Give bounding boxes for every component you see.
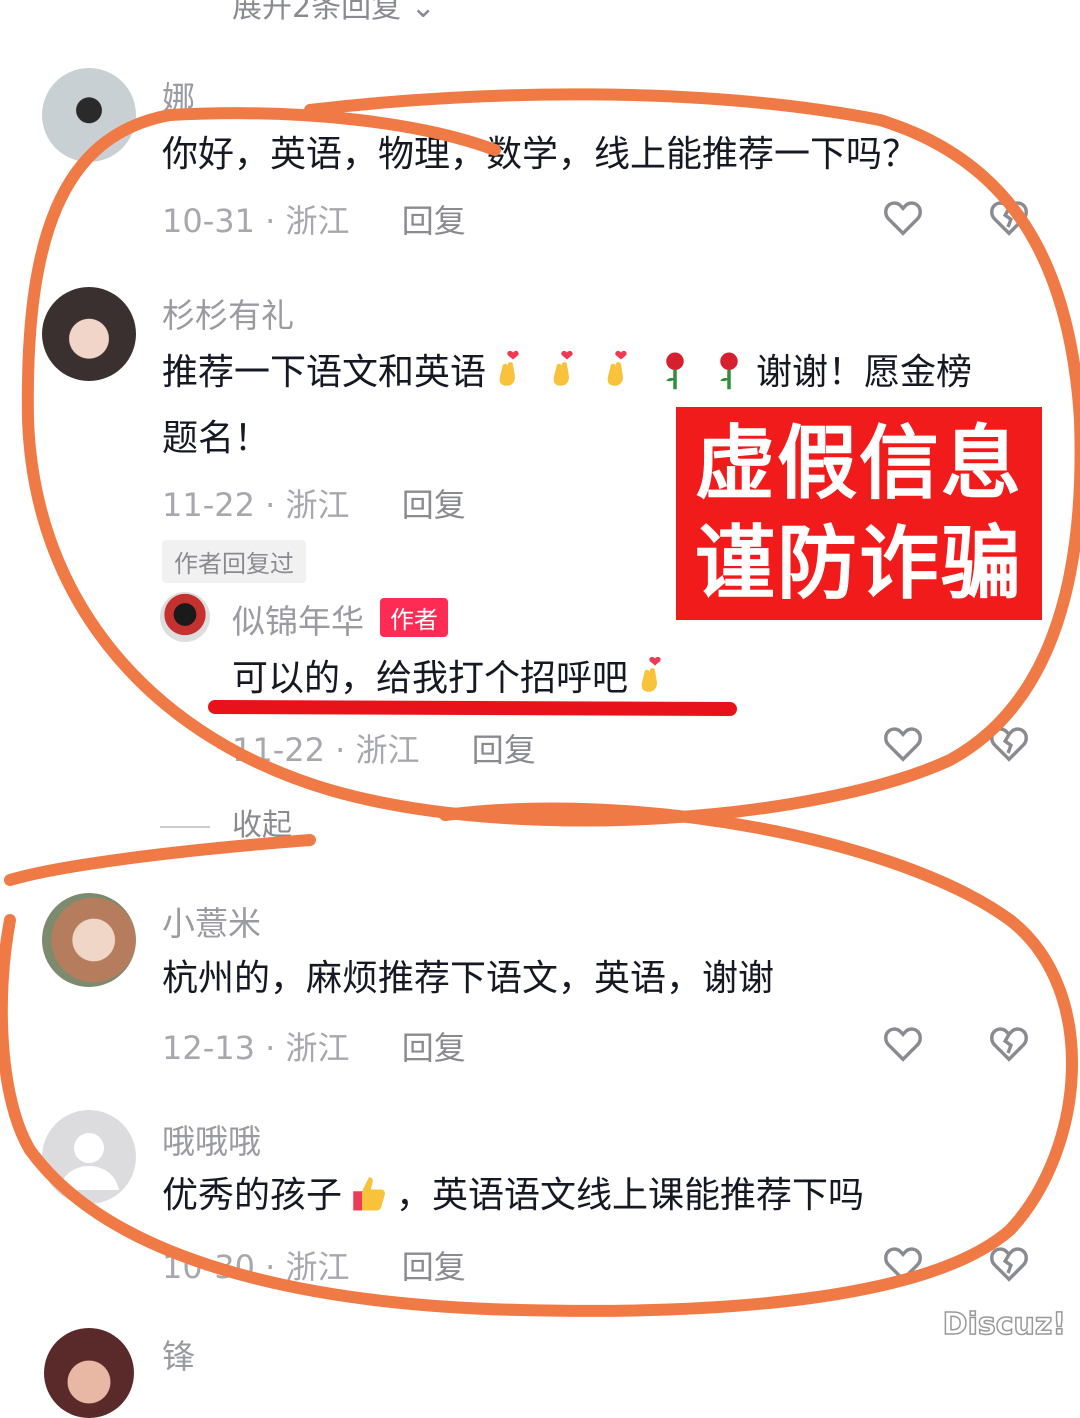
comment-date: 12-13: [162, 1029, 255, 1067]
comment-meta: 10-31 · 浙江 回复: [162, 196, 466, 242]
avatar-default[interactable]: [42, 1110, 136, 1204]
reply-button[interactable]: 回复: [402, 202, 466, 240]
heart-icon[interactable]: [880, 720, 926, 766]
username[interactable]: 杉杉有礼: [162, 289, 294, 337]
comment-text-part: 优秀的孩子: [162, 1175, 343, 1216]
avatar[interactable]: [42, 68, 136, 162]
comment-text: 优秀的孩子 ，英语语文线上课能推荐下吗: [162, 1163, 864, 1229]
comment-meta: 11-22 · 浙江 回复: [232, 725, 536, 771]
username[interactable]: 娜: [162, 72, 195, 120]
heart-icon[interactable]: [880, 1020, 926, 1066]
heart-icon[interactable]: [880, 194, 926, 240]
avatar[interactable]: [42, 893, 136, 987]
separator: ·: [265, 202, 276, 240]
avatar[interactable]: [160, 592, 210, 642]
banner-line-2: 谨防诈骗: [695, 516, 1023, 610]
comment-region: 浙江: [285, 1248, 350, 1286]
heart-icon[interactable]: [880, 1240, 926, 1286]
comment-text: 可以的，给我打个招呼吧: [232, 646, 682, 712]
comment-region: 浙江: [285, 1029, 350, 1067]
avatar[interactable]: [44, 1328, 134, 1418]
comment-text-part: 推荐一下语文和英语: [162, 352, 487, 393]
collapse-replies-link[interactable]: 收起: [160, 800, 292, 844]
thumbs-up-emoji: [353, 1177, 385, 1211]
username[interactable]: 哦哦哦: [162, 1115, 261, 1163]
broken-heart-icon[interactable]: [986, 1020, 1032, 1066]
watermark-logo: Discuz!: [942, 1306, 1067, 1343]
separator: ·: [335, 731, 346, 769]
username[interactable]: 似锦年华: [232, 595, 364, 643]
comment-meta: 10-30 · 浙江 回复: [162, 1242, 466, 1288]
reply-button[interactable]: 回复: [402, 486, 466, 524]
comment-date: 11-22: [232, 731, 325, 769]
finger-heart-emoji: [499, 350, 519, 386]
separator: ·: [265, 486, 276, 524]
author-replied-tag: 作者回复过: [162, 540, 306, 583]
comment-region: 浙江: [285, 202, 350, 240]
banner-line-1: 虚假信息: [695, 416, 1023, 510]
avatar[interactable]: [42, 287, 136, 381]
divider: [160, 825, 210, 828]
finger-heart-emoji: [607, 350, 627, 386]
comment-text-part: ，英语语文线上课能推荐下吗: [396, 1175, 865, 1216]
comment-date: 10-30: [162, 1248, 255, 1286]
username[interactable]: 锋: [162, 1330, 195, 1378]
reply-button[interactable]: 回复: [402, 1248, 466, 1286]
comment-meta: 11-22 · 浙江 回复: [162, 480, 466, 526]
expand-replies-link[interactable]: 展开2条回复 ⌄: [232, 0, 436, 26]
comment-text-line2: 题名！: [162, 418, 271, 459]
broken-heart-icon[interactable]: [986, 194, 1032, 240]
user-silhouette-icon: [59, 1133, 119, 1190]
finger-heart-emoji: [553, 350, 573, 386]
rose-emoji: [720, 352, 738, 390]
reply-button[interactable]: 回复: [402, 1029, 466, 1067]
finger-heart-emoji: [641, 656, 661, 692]
author-badge: 作者: [380, 598, 448, 637]
comment-meta: 12-13 · 浙江 回复: [162, 1023, 466, 1069]
comment-text: 杭州的，麻烦推荐下语文，英语，谢谢: [162, 958, 775, 999]
comment-region: 浙江: [285, 486, 350, 524]
rose-emoji: [666, 352, 684, 390]
username[interactable]: 小薏米: [162, 897, 261, 945]
comment-region: 浙江: [355, 731, 420, 769]
comment-date: 11-22: [162, 486, 255, 524]
collapse-label[interactable]: 收起: [232, 808, 292, 843]
comment-text: 你好，英语，物理，数学，线上能推荐一下吗？: [162, 134, 919, 175]
reply-button[interactable]: 回复: [472, 731, 536, 769]
separator: ·: [265, 1029, 276, 1067]
comment-text-part: 可以的，给我打个招呼吧: [232, 658, 629, 699]
comment-text-part: 谢谢！愿金榜: [756, 352, 973, 393]
broken-heart-icon[interactable]: [986, 1240, 1032, 1286]
comment-date: 10-31: [162, 202, 255, 240]
warning-banner: 虚假信息 谨防诈骗: [676, 407, 1042, 620]
comment-text: 推荐一下语文和英语 谢谢！愿金榜: [162, 340, 972, 406]
broken-heart-icon[interactable]: [986, 720, 1032, 766]
separator: ·: [265, 1248, 276, 1286]
